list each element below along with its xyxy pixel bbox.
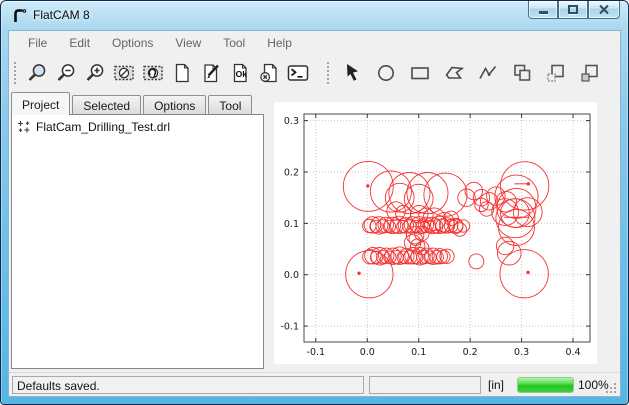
svg-text:-0.1: -0.1 (307, 347, 326, 358)
terminal-icon (287, 62, 309, 84)
titlebar[interactable]: FlatCAM 8 (1, 1, 628, 30)
status-bar: Defaults saved. [in] 100% (9, 372, 620, 397)
window-controls (528, 1, 620, 19)
draw-path-button[interactable] (471, 59, 505, 87)
svg-text:0.4: 0.4 (565, 347, 580, 358)
menu-help[interactable]: Help (256, 32, 303, 54)
svg-text:0.0: 0.0 (284, 270, 299, 281)
tree-item-label: FlatCam_Drilling_Test.drl (36, 120, 170, 134)
progress-fill (518, 378, 573, 392)
panel-tabs: Project Selected Options Tool (11, 92, 254, 115)
draw-rectangle-button[interactable] (403, 59, 437, 87)
polygon-subtract-button[interactable] (539, 59, 573, 87)
editor-toolbar-drag-handle[interactable] (326, 61, 331, 85)
tab-tool[interactable]: Tool (208, 95, 252, 115)
flatcam-logo-icon (11, 7, 29, 30)
minimize-icon (539, 11, 548, 14)
project-tree: FlatCam_Drilling_Test.drl (11, 114, 264, 369)
app-window: FlatCAM 8 File Edit Options View Tool He… (0, 0, 629, 405)
close-icon (598, 4, 610, 15)
zoom-out-button[interactable] (51, 59, 80, 87)
zoom-out-icon (55, 62, 77, 84)
menu-bar: File Edit Options View Tool Help (9, 31, 620, 55)
polygon-icon (443, 62, 465, 84)
editor-toolbar (335, 59, 607, 87)
save-ok-button[interactable]: Ok (225, 59, 254, 87)
menu-view[interactable]: View (164, 32, 212, 54)
edit-file-icon (200, 62, 222, 84)
tab-selected[interactable]: Selected (72, 95, 141, 115)
menu-file[interactable]: File (17, 32, 58, 54)
zoom-in-icon (84, 62, 106, 84)
zoom-fit-icon (26, 62, 48, 84)
svg-text:0.1: 0.1 (411, 347, 426, 358)
units-label: [in] (488, 378, 504, 392)
delete-object-button[interactable] (254, 59, 283, 87)
progress-bar (517, 377, 574, 393)
draw-polygon-button[interactable] (437, 59, 471, 87)
clear-plot-icon (113, 62, 135, 84)
draw-circle-button[interactable] (369, 59, 403, 87)
maximize-icon (568, 5, 578, 14)
ok-file-icon: Ok (229, 62, 251, 84)
plot-canvas[interactable]: -0.1 0.0 0.1 0.2 0.3 0.4 -0.1 0.0 0.1 0.2 0.3 (274, 102, 597, 364)
maximize-button[interactable] (558, 1, 588, 19)
svg-text:-0.1: -0.1 (280, 322, 299, 333)
replot-icon (142, 62, 164, 84)
shell-button[interactable] (283, 59, 312, 87)
polygon-intersect-button[interactable] (573, 59, 607, 87)
cancel-file-icon (258, 62, 280, 84)
pointer-icon (341, 62, 363, 84)
window-title: FlatCAM 8 (33, 8, 90, 22)
client-area: File Edit Options View Tool Help (8, 30, 621, 397)
svg-text:0.3: 0.3 (284, 116, 299, 127)
status-secondary (369, 376, 481, 394)
select-tool-button[interactable] (335, 59, 369, 87)
circle-icon (375, 62, 397, 84)
toolbar: Ok (9, 55, 620, 91)
svg-text:Ok: Ok (235, 69, 247, 79)
svg-text:0.3: 0.3 (514, 347, 529, 358)
drill-plot: -0.1 0.0 0.1 0.2 0.3 0.4 -0.1 0.0 0.1 0.2 0.3 (274, 102, 597, 364)
intersect-icon (579, 62, 601, 84)
progress-percent-label: 100% (578, 378, 609, 392)
union-icon (511, 62, 533, 84)
menu-edit[interactable]: Edit (58, 32, 101, 54)
subtract-icon (545, 62, 567, 84)
minimize-button[interactable] (528, 1, 558, 19)
tree-item-drill-file[interactable]: FlatCam_Drilling_Test.drl (12, 115, 263, 134)
zoom-in-button[interactable] (80, 59, 109, 87)
zoom-fit-button[interactable] (22, 59, 51, 87)
rectangle-icon (409, 62, 431, 84)
close-button[interactable] (588, 1, 620, 19)
polygon-union-button[interactable] (505, 59, 539, 87)
svg-text:0.2: 0.2 (284, 168, 299, 179)
drill-points-icon (16, 119, 31, 134)
svg-text:0.1: 0.1 (284, 219, 299, 230)
svg-text:0.0: 0.0 (360, 347, 375, 358)
status-message: Defaults saved. (12, 376, 364, 394)
svg-text:0.2: 0.2 (463, 347, 478, 358)
new-project-button[interactable] (167, 59, 196, 87)
tab-options[interactable]: Options (143, 95, 206, 115)
toolbar-drag-handle[interactable] (13, 61, 18, 85)
replot-button[interactable] (138, 59, 167, 87)
new-file-icon (171, 62, 193, 84)
tab-project[interactable]: Project (11, 92, 70, 115)
resize-grip[interactable] (606, 383, 617, 394)
clear-plot-button[interactable] (109, 59, 138, 87)
menu-tool[interactable]: Tool (212, 32, 256, 54)
open-project-button[interactable] (196, 59, 225, 87)
menu-options[interactable]: Options (101, 32, 164, 54)
polyline-icon (477, 62, 499, 84)
